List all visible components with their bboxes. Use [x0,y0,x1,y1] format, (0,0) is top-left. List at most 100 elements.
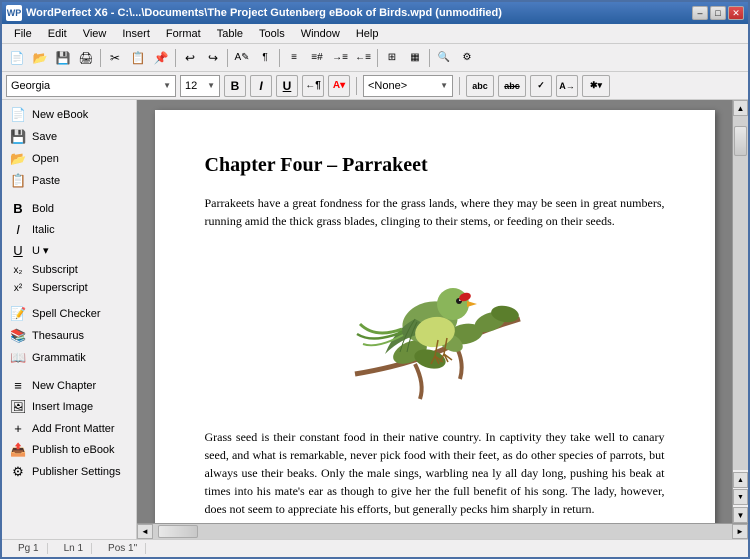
menu-file[interactable]: File [6,26,40,42]
grammatik-icon: 📖 [10,350,26,366]
columns-button[interactable]: ▦ [404,47,426,69]
document-area[interactable]: Chapter Four – Parrakeet Parrakeets have… [137,100,732,523]
text-color-button[interactable]: A▾ [328,75,350,97]
bullet-list-button[interactable]: ≡ [283,47,305,69]
bold-button[interactable]: B [224,75,246,97]
sidebar-item-subscript[interactable]: x₂ Subscript [2,261,136,279]
font-name: Georgia [11,80,50,92]
sidebar-label-open: Open [32,153,59,165]
table-button[interactable]: ⊞ [381,47,403,69]
scroll-thumb-h[interactable] [158,525,198,538]
sidebar-item-new-ebook[interactable]: 📄 New eBook [2,104,136,126]
menu-edit[interactable]: Edit [40,26,75,42]
title-bar-left: WP WordPerfect X6 - C:\...\Documents\The… [6,5,502,21]
scroll-up-button[interactable]: ▲ [733,100,748,116]
settings-button[interactable]: ⚙ [456,47,478,69]
style-dropdown-arrow: ▼ [440,81,448,90]
format-font-button[interactable]: A✎ [231,47,253,69]
scroll-page-down-button[interactable]: ▼ [733,489,748,505]
new-doc-button[interactable]: 📄 [6,47,28,69]
bird-illustration-area [205,244,665,414]
indent-decrease-button[interactable]: ←¶ [302,75,324,97]
sidebar-item-thesaurus[interactable]: 📚 Thesaurus [2,325,136,347]
abc-plain-button[interactable]: abc [466,75,494,97]
main-window: WP WordPerfect X6 - C:\...\Documents\The… [0,0,750,559]
minimize-button[interactable]: – [692,6,708,20]
sidebar-item-add-front-matter[interactable]: + Add Front Matter [2,418,136,439]
copy-button[interactable]: 📋 [127,47,149,69]
underline-sidebar-icon: U [10,243,26,258]
main-area: 📄 New eBook 💾 Save 📂 Open 📋 Paste B Bold [2,100,748,539]
scroll-page-up-button[interactable]: ▲ [733,472,748,488]
sidebar-item-italic[interactable]: I Italic [2,219,136,240]
sidebar-item-insert-image[interactable]: 🖼 Insert Image [2,396,136,418]
add-front-matter-icon: + [10,421,26,436]
redo-button[interactable]: ↪ [202,47,224,69]
save-button[interactable]: 💾 [52,47,74,69]
num-list-button[interactable]: ≡# [306,47,328,69]
abc-strike-button[interactable]: abc [498,75,526,97]
publisher-settings-icon: ⚙ [10,464,26,480]
toolbar-separator-2 [175,49,176,67]
scroll-left-button[interactable]: ◄ [137,524,153,539]
status-bar: Pg 1 Ln 1 Pos 1" [2,539,748,557]
menu-table[interactable]: Table [209,26,251,42]
sidebar-label-bold: Bold [32,203,54,215]
menu-tools[interactable]: Tools [251,26,293,42]
paste-button[interactable]: 📌 [150,47,172,69]
spell-button[interactable]: ✓ [530,75,552,97]
sidebar-label-grammatik: Grammatik [32,352,86,364]
menu-view[interactable]: View [75,26,115,42]
sidebar-item-new-chapter[interactable]: ≡ New Chapter [2,375,136,396]
sidebar-label-save: Save [32,131,57,143]
superscript-icon: x² [10,283,26,294]
outdent-button[interactable]: ←≡ [352,47,374,69]
sidebar-item-superscript[interactable]: x² Superscript [2,279,136,297]
sidebar-item-spell-checker[interactable]: 📝 Spell Checker [2,303,136,325]
italic-sidebar-icon: I [10,222,26,237]
sidebar-item-underline[interactable]: U U ▾ [2,240,136,261]
close-button[interactable]: ✕ [728,6,744,20]
sidebar-item-publish[interactable]: 📤 Publish to eBook [2,439,136,461]
sidebar-label-new-ebook: New eBook [32,109,88,121]
scroll-track-v[interactable] [733,116,748,470]
auto-correct-button[interactable]: A→ [556,75,578,97]
sidebar-label-publisher-settings: Publisher Settings [32,466,121,478]
menu-insert[interactable]: Insert [114,26,158,42]
sidebar-item-grammatik[interactable]: 📖 Grammatik [2,347,136,369]
scroll-down-button[interactable]: ▼ [733,507,748,523]
sidebar-label-new-chapter: New Chapter [32,380,96,392]
status-ln: Ln 1 [56,543,92,554]
main-toolbar: 📄 📂 💾 🖨 ✂ 📋 📌 ↩ ↪ A✎ ¶ ≡ ≡# →≡ ←≡ ⊞ ▦ 🔍 … [2,44,748,72]
print-button[interactable]: 🖨 [75,47,97,69]
zoom-button[interactable]: 🔍 [433,47,455,69]
font-selector[interactable]: Georgia ▼ [6,75,176,97]
scroll-right-button[interactable]: ► [732,524,748,539]
scroll-track-h[interactable] [153,524,732,539]
indent-button[interactable]: →≡ [329,47,351,69]
sidebar-item-publisher-settings[interactable]: ⚙ Publisher Settings [2,461,136,483]
font-size-selector[interactable]: 12 ▼ [180,75,220,97]
underline-button[interactable]: U [276,75,298,97]
open-icon: 📂 [10,151,26,167]
scroll-thumb-v[interactable] [734,126,747,156]
menu-help[interactable]: Help [348,26,387,42]
sidebar-item-bold[interactable]: B Bold [2,198,136,219]
status-pos: Pos 1" [100,543,146,554]
chapter-title: Chapter Four – Parrakeet [205,150,665,180]
subscript-icon: x₂ [10,265,26,276]
sidebar-item-open[interactable]: 📂 Open [2,148,136,170]
sidebar-item-save[interactable]: 💾 Save [2,126,136,148]
sidebar-item-paste[interactable]: 📋 Paste [2,170,136,192]
italic-button[interactable]: I [250,75,272,97]
sidebar-label-superscript: Superscript [32,282,88,294]
format-para-button[interactable]: ¶ [254,47,276,69]
menu-format[interactable]: Format [158,26,209,42]
cut-button[interactable]: ✂ [104,47,126,69]
maximize-button[interactable]: □ [710,6,726,20]
style-selector[interactable]: <None> ▼ [363,75,453,97]
undo-button[interactable]: ↩ [179,47,201,69]
macro-button[interactable]: ✱▾ [582,75,610,97]
open-button[interactable]: 📂 [29,47,51,69]
menu-window[interactable]: Window [293,26,348,42]
